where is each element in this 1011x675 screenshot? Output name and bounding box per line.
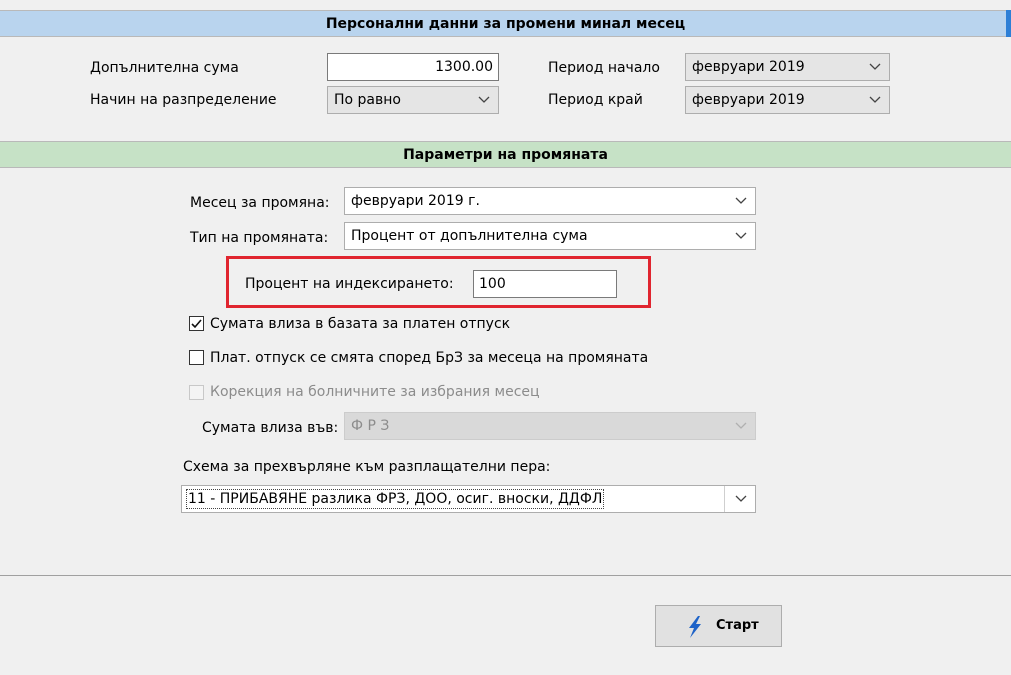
period-end-value: февруари 2019 <box>692 92 805 108</box>
chevron-down-icon <box>735 495 747 502</box>
section-title: Персонални данни за промени минал месец <box>325 16 686 32</box>
type-label: Тип на промяната: <box>190 230 329 246</box>
percent-label: Процент на индексирането: <box>245 276 454 292</box>
sick-correction-label: Корекция на болничните за избрания месец <box>210 384 540 400</box>
type-value: Процент от допълнителна сума <box>351 228 588 244</box>
scheme-label: Схема за прехвърляне към разплащателни п… <box>183 459 551 475</box>
percent-input[interactable]: 100 <box>473 270 617 298</box>
month-select[interactable]: февруари 2019 г. <box>344 187 756 215</box>
chevron-down-icon <box>735 422 747 429</box>
extra-sum-label: Допълнителна сума <box>90 60 239 76</box>
section-title: Параметри на промяната <box>403 147 608 163</box>
chevron-down-icon <box>869 96 881 103</box>
section-header-personal-data: Персонални данни за промени минал месец <box>0 10 1011 37</box>
vacation-base-label: Сумата влиза в базата за платен отпуск <box>210 316 511 332</box>
sick-correction-checkbox <box>189 385 204 400</box>
period-end-select[interactable]: февруари 2019 <box>685 86 890 114</box>
scheme-select[interactable]: 11 - ПРИБАВЯНЕ разлика ФРЗ, ДОО, осиг. в… <box>181 485 756 513</box>
footer-separator <box>0 575 1011 576</box>
section-header-params: Параметри на промяната <box>0 141 1011 168</box>
chevron-down-icon <box>478 96 490 103</box>
month-value: февруари 2019 г. <box>351 193 480 209</box>
lightning-icon <box>689 616 701 638</box>
distribution-label: Начин на разпределение <box>90 92 277 108</box>
sum-in-select: Ф Р З <box>344 412 756 440</box>
sum-in-value: Ф Р З <box>351 418 390 434</box>
period-end-label: Период край <box>548 92 643 108</box>
select-divider <box>724 486 725 512</box>
vacation-brz-checkbox[interactable] <box>189 350 204 365</box>
chevron-down-icon <box>735 232 747 239</box>
chevron-down-icon <box>869 63 881 70</box>
start-button[interactable]: Старт <box>655 605 782 647</box>
start-label: Старт <box>716 618 759 633</box>
chevron-down-icon <box>735 197 747 204</box>
sum-in-label: Сумата влиза във: <box>202 420 339 436</box>
scheme-value: 11 - ПРИБАВЯНЕ разлика ФРЗ, ДОО, осиг. в… <box>185 489 605 509</box>
vacation-base-checkbox[interactable] <box>189 316 204 331</box>
period-start-select[interactable]: февруари 2019 <box>685 53 890 81</box>
period-start-label: Период начало <box>548 60 660 76</box>
month-label: Месец за промяна: <box>190 195 330 211</box>
checkmark-icon <box>191 319 202 329</box>
period-start-value: февруари 2019 <box>692 59 805 75</box>
type-select[interactable]: Процент от допълнителна сума <box>344 222 756 250</box>
distribution-value: По равно <box>334 92 401 108</box>
header-right-edge <box>1006 10 1011 37</box>
distribution-select[interactable]: По равно <box>327 86 499 114</box>
extra-sum-input[interactable]: 1300.00 <box>327 53 499 81</box>
vacation-brz-label: Плат. отпуск се смята според БрЗ за месе… <box>210 350 649 366</box>
